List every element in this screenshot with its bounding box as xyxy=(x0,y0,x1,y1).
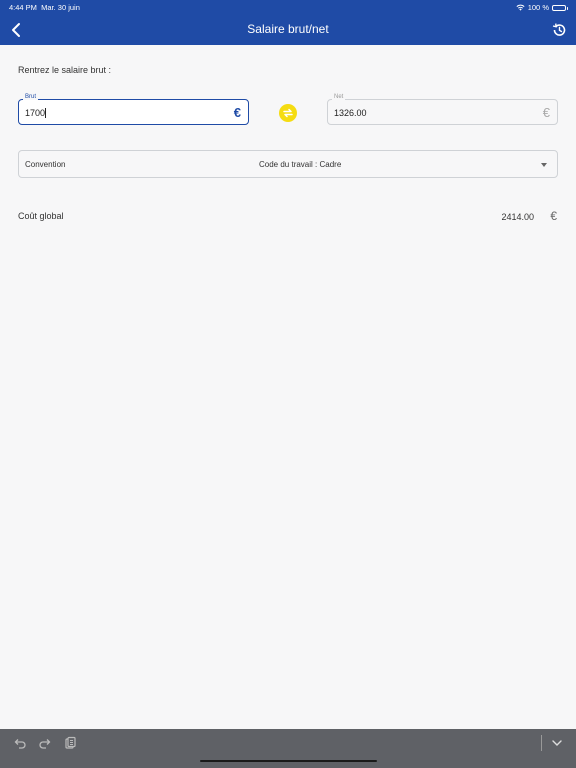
net-label: Net xyxy=(332,94,346,100)
undo-icon[interactable] xyxy=(13,736,27,750)
clipboard-icon[interactable] xyxy=(63,736,77,750)
status-time: 4:44 PM Mar. 30 juin xyxy=(9,3,80,12)
brut-value-text: 1700 xyxy=(25,108,46,118)
dropdown-arrow-icon xyxy=(541,163,547,167)
battery-icon xyxy=(552,4,568,11)
convention-value: Code du travail : Cadre xyxy=(259,160,342,169)
keyboard-toolbar xyxy=(0,729,576,768)
wifi-icon xyxy=(516,4,525,11)
swap-button[interactable] xyxy=(279,104,297,122)
euro-icon: € xyxy=(233,105,241,120)
chevron-down-icon[interactable] xyxy=(550,736,564,750)
brut-value[interactable]: 1700 xyxy=(25,108,47,118)
app-header: 4:44 PM Mar. 30 juin 100 % Salaire brut/… xyxy=(0,0,576,45)
redo-icon[interactable] xyxy=(38,736,52,750)
brut-prompt: Rentrez le salaire brut : xyxy=(18,65,112,75)
home-indicator[interactable] xyxy=(200,760,377,762)
brut-input[interactable]: Brut 1700 € xyxy=(18,94,249,125)
page-title: Salaire brut/net xyxy=(247,22,329,36)
euro-icon: € xyxy=(542,105,550,120)
history-button[interactable] xyxy=(550,20,568,40)
convention-select[interactable]: Convention Code du travail : Cadre xyxy=(18,150,558,178)
history-icon xyxy=(552,23,566,36)
net-value: 1326.00 xyxy=(334,108,367,118)
status-indicators: 100 % xyxy=(516,3,568,12)
cost-label: Coût global xyxy=(18,211,64,221)
status-date-text: Mar. 30 juin xyxy=(41,3,80,12)
brut-label: Brut xyxy=(23,94,39,100)
euro-icon: € xyxy=(550,209,557,223)
toolbar-divider xyxy=(541,735,542,751)
convention-label: Convention xyxy=(25,160,66,169)
cost-value: 2414.00 xyxy=(501,212,534,222)
text-caret xyxy=(45,108,47,118)
net-input[interactable]: Net 1326.00 € xyxy=(327,94,558,125)
battery-percent: 100 % xyxy=(527,3,549,12)
status-time-text: 4:44 PM xyxy=(9,3,37,12)
swap-icon xyxy=(283,108,293,118)
